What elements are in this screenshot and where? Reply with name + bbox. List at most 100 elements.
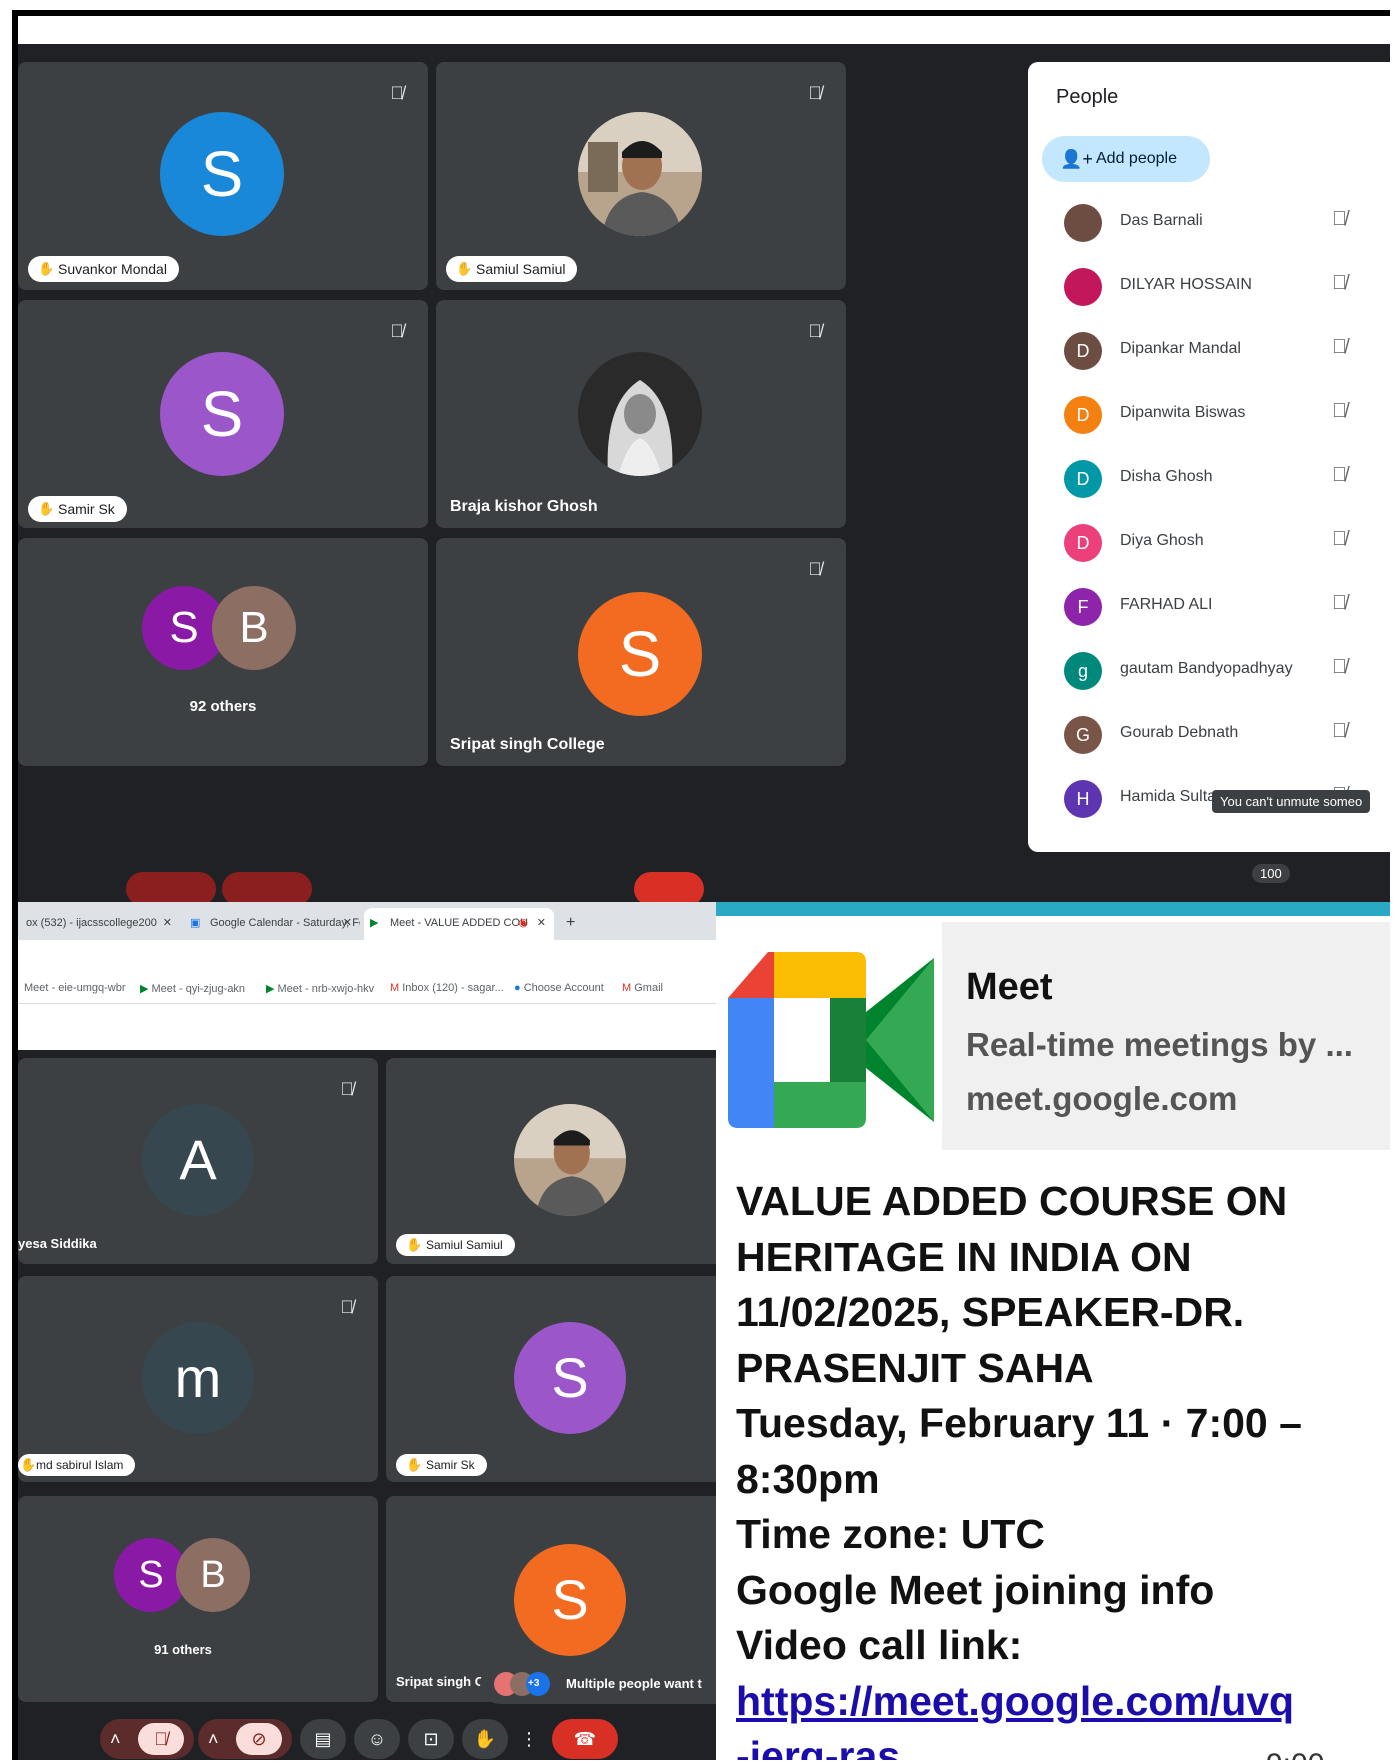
mic-off-icon[interactable]: 🎙̸ bbox=[1332, 400, 1347, 423]
avatar: B bbox=[212, 586, 296, 670]
message-line: PRASENJIT SAHA bbox=[736, 1344, 1094, 1391]
meet-window-top: 🎙̸ S ✋ Suvankor Mondal 🎙̸ ✋ Samiul Samiul bbox=[18, 44, 1390, 902]
bookmark-item[interactable]: ▶ Meet - nrb-xwjo-hkv bbox=[266, 982, 374, 995]
browser-tab[interactable]: ▣ Google Calendar - Saturday, Fe ✕ bbox=[184, 908, 360, 940]
bookmark-item[interactable]: ▶ Meet - qyi-zjug-akn bbox=[140, 982, 245, 995]
close-tab-icon[interactable]: ✕ bbox=[163, 908, 172, 938]
avatar: B bbox=[176, 1538, 250, 1612]
people-list-item[interactable]: Das Barnali 🎙̸ ⋮ bbox=[1042, 192, 1390, 256]
more-options-icon[interactable]: ⋮ bbox=[1384, 270, 1390, 295]
participant-tile[interactable]: 🎙̸ ✋ Samiul Samiul bbox=[436, 62, 846, 290]
more-options-icon[interactable]: ⋮ bbox=[1384, 590, 1390, 615]
avatar: G bbox=[1064, 716, 1102, 754]
hand-icon: ✋ bbox=[456, 261, 473, 276]
mic-toggle[interactable]: ˄ 🎙̸ bbox=[100, 1719, 194, 1759]
message-line: Time zone: UTC bbox=[736, 1511, 1046, 1557]
present-icon[interactable]: ⊡ bbox=[408, 1719, 454, 1759]
avatar bbox=[1064, 204, 1102, 242]
people-list-item[interactable]: D Diya Ghosh 🎙̸ ⋮ bbox=[1042, 512, 1390, 576]
people-list-item[interactable]: D Dipankar Mandal 🎙̸ ⋮ bbox=[1042, 320, 1390, 384]
call-controls-bar: ˄ 🎙̸ ˄ ⊘ ▤ ☺ ⊡ ✋ ⋮ ☎ bbox=[18, 1717, 716, 1760]
member-name: Das Barnali bbox=[1120, 212, 1203, 229]
avatar-photo bbox=[514, 1104, 626, 1216]
more-options-icon[interactable]: ⋮ bbox=[1384, 334, 1390, 359]
more-options-icon[interactable]: ⋮ bbox=[1384, 206, 1390, 231]
bookmark-item[interactable]: ● Choose Account bbox=[514, 982, 604, 994]
avatar: S bbox=[514, 1322, 626, 1434]
more-options-icon[interactable]: ⋮ bbox=[1384, 526, 1390, 551]
link-preview[interactable]: Meet Real-time meetings by ... meet.goog… bbox=[716, 916, 1390, 1150]
captions-icon[interactable]: ▤ bbox=[300, 1719, 346, 1759]
raise-hand-icon[interactable]: ✋ bbox=[462, 1719, 508, 1759]
people-list-item[interactable]: F FARHAD ALI 🎙̸ ⋮ bbox=[1042, 576, 1390, 640]
hand-icon: ✋ bbox=[38, 501, 55, 516]
member-name: gautam Bandyopadhyay bbox=[1120, 660, 1293, 677]
browser-tab-active[interactable]: ▶ Meet - VALUE ADDED COU ◉ ✕ bbox=[364, 908, 554, 940]
more-options-icon[interactable]: ⋮ bbox=[1384, 462, 1390, 487]
participant-tile[interactable]: 🎙̸ m ✋ md sabirul Islam bbox=[18, 1276, 378, 1482]
participant-tile[interactable]: S ✋ Samir Sk bbox=[386, 1276, 716, 1482]
more-options-icon[interactable]: ⋮ bbox=[1384, 718, 1390, 743]
more-options-icon[interactable]: ⋮ bbox=[1384, 654, 1390, 679]
hand-icon: ✋ bbox=[406, 1457, 423, 1472]
bookmark-item[interactable]: M Inbox (120) - sagar... bbox=[390, 982, 504, 994]
close-tab-icon[interactable]: ✕ bbox=[343, 908, 352, 938]
mic-off-icon[interactable]: 🎙̸ bbox=[1332, 528, 1347, 551]
camera-control[interactable] bbox=[222, 872, 312, 906]
people-list-item[interactable]: D Disha Ghosh 🎙̸ ⋮ bbox=[1042, 448, 1390, 512]
message-line: VALUE ADDED COURSE ON bbox=[736, 1178, 1288, 1224]
leave-call-button[interactable]: ☎ bbox=[552, 1719, 618, 1759]
close-tab-icon[interactable]: ✕ bbox=[537, 908, 546, 938]
member-name: Gourab Debnath bbox=[1120, 724, 1239, 741]
toast-avatars-icon bbox=[494, 1672, 550, 1696]
mic-control[interactable] bbox=[126, 872, 216, 906]
people-list: Das Barnali 🎙̸ ⋮ DILYAR HOSSAIN 🎙̸ ⋮ D Dipankar… bbox=[1042, 192, 1390, 832]
others-tile[interactable]: S B 92 others bbox=[18, 538, 428, 766]
people-list-item[interactable]: g gautam Bandyopadhyay 🎙̸ ⋮ bbox=[1042, 640, 1390, 704]
browser-tab[interactable]: ox (532) - ijacsscollege200 ✕ bbox=[18, 908, 180, 940]
camera-toggle[interactable]: ˄ ⊘ bbox=[198, 1719, 292, 1759]
mic-off-icon[interactable]: 🎙̸ bbox=[1332, 592, 1347, 615]
avatar: S bbox=[160, 352, 284, 476]
avatar: S bbox=[514, 1544, 626, 1656]
people-list-item[interactable]: DILYAR HOSSAIN 🎙̸ ⋮ bbox=[1042, 256, 1390, 320]
more-options-icon[interactable]: ⋮ bbox=[1384, 398, 1390, 423]
emoji-icon[interactable]: ☺ bbox=[354, 1719, 400, 1759]
participant-tile[interactable]: ✋ Samiul Samiul bbox=[386, 1058, 716, 1264]
participant-name: yesa Siddika bbox=[18, 1236, 97, 1251]
video-call-link[interactable]: https://meet.google.com/uvq bbox=[736, 1674, 1386, 1730]
member-name: DILYAR HOSSAIN bbox=[1120, 276, 1252, 293]
add-person-icon: 👤+ bbox=[1060, 149, 1093, 169]
mic-off-icon: 🎙̸ bbox=[340, 1079, 354, 1099]
mic-off-icon[interactable]: 🎙̸ bbox=[1332, 208, 1347, 231]
bookmark-item[interactable]: M Gmail bbox=[622, 982, 663, 994]
new-tab-button[interactable]: + bbox=[558, 908, 588, 940]
participant-tile[interactable]: 🎙̸ A yesa Siddika bbox=[18, 1058, 378, 1264]
others-tile[interactable]: S B 91 others bbox=[18, 1496, 378, 1702]
mic-off-icon[interactable]: 🎙̸ bbox=[1332, 272, 1347, 295]
participant-tile[interactable]: 🎙̸ S ✋ Samir Sk bbox=[18, 300, 428, 528]
address-bar[interactable] bbox=[18, 940, 716, 974]
leave-call-button[interactable] bbox=[634, 872, 704, 906]
bookmark-label: Meet - qyi-zjug-akn bbox=[151, 983, 246, 995]
raised-hands-toast[interactable]: +3 Multiple people want t bbox=[480, 1664, 716, 1704]
participant-tile[interactable]: 🎙̸ Braja kishor Ghosh bbox=[436, 300, 846, 528]
preview-domain: meet.google.com bbox=[966, 1080, 1238, 1117]
people-list-item[interactable]: G Gourab Debnath 🎙̸ ⋮ bbox=[1042, 704, 1390, 768]
participant-tile[interactable]: 🎙̸ S Sripat singh College bbox=[436, 538, 846, 766]
mic-off-icon[interactable]: 🎙̸ bbox=[1332, 720, 1347, 743]
mic-off-icon[interactable]: 🎙̸ bbox=[1332, 464, 1347, 487]
participant-tile[interactable]: 🎙̸ S ✋ Suvankor Mondal bbox=[18, 62, 428, 290]
top-controls-strip bbox=[18, 862, 1390, 906]
people-list-item[interactable]: D Dipanwita Biswas 🎙̸ ⋮ bbox=[1042, 384, 1390, 448]
name-label: ✋ Samiul Samiul bbox=[446, 256, 578, 282]
meet-icon: ▶ bbox=[266, 983, 278, 995]
preview-card: Meet Real-time meetings by ... meet.goog… bbox=[942, 922, 1390, 1150]
mic-off-icon[interactable]: 🎙̸ bbox=[1332, 656, 1347, 679]
mic-off-icon[interactable]: 🎙̸ bbox=[1332, 336, 1347, 359]
chevron-up-icon: ˄ bbox=[208, 1729, 219, 1749]
bookmark-item[interactable]: Meet - eie-umgq-wbr bbox=[24, 982, 125, 994]
more-options-icon[interactable]: ⋮ bbox=[514, 1719, 544, 1759]
more-options-icon[interactable]: ⋮ bbox=[1384, 782, 1390, 807]
add-people-button[interactable]: 👤+ Add people bbox=[1042, 136, 1210, 182]
